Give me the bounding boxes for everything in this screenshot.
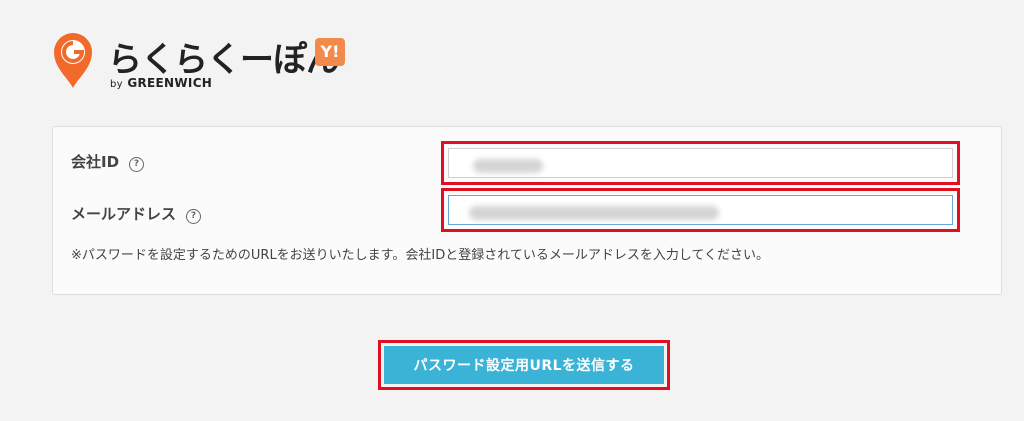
brand-byline: by GREENWICH [110, 76, 212, 90]
help-icon[interactable]: ? [129, 157, 145, 172]
byline-prefix: by [110, 79, 123, 90]
company-id-label-text: 会社ID [71, 153, 120, 171]
company-id-label: 会社ID? [71, 151, 145, 172]
send-reset-url-button[interactable]: パスワード設定用URLを送信する [384, 346, 664, 384]
blurred-value [469, 206, 719, 220]
brand-name: らくらくーぽん [108, 40, 340, 80]
email-label-text: メールアドレス [71, 205, 177, 223]
logo: らくらくーぽん Y! by GREENWICH [50, 28, 370, 98]
instruction-note: ※パスワードを設定するためのURLをお送りいたします。会社IDと登録されているメ… [71, 248, 770, 263]
reset-form-panel: 会社ID? メールアドレス? ※パスワードを設定するためのURLをお送りいたしま… [52, 126, 1002, 295]
blurred-value [473, 159, 543, 173]
yahoo-badge: Y! [315, 38, 345, 66]
byline-company: GREENWICH [127, 76, 213, 90]
location-pin-icon [54, 33, 92, 88]
submit-highlight: パスワード設定用URLを送信する [378, 340, 670, 390]
email-input[interactable] [448, 195, 953, 225]
email-highlight [441, 188, 960, 232]
email-label: メールアドレス? [71, 203, 202, 224]
company-id-highlight [441, 141, 960, 185]
help-icon[interactable]: ? [186, 209, 202, 224]
company-id-input[interactable] [448, 148, 953, 178]
